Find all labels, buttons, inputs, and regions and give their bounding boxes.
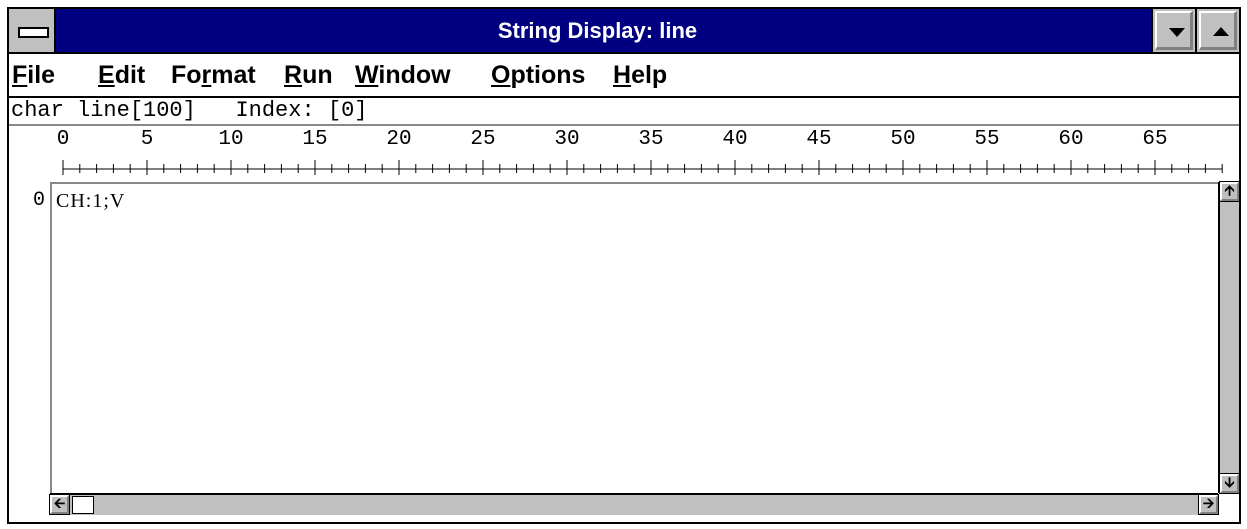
menu-file[interactable]: File [12,61,55,90]
scroll-down-button[interactable]: 🡫 [1219,473,1240,494]
index-value[interactable]: [0] [328,98,368,123]
ruler-label: 35 [638,128,664,151]
menu-run[interactable]: Run [284,61,333,90]
ruler-ticks [62,160,1223,175]
menu-edit[interactable]: Edit [98,61,145,90]
scroll-right-button[interactable]: 🡪 [1198,494,1219,515]
ruler-label: 10 [218,128,244,151]
menu-format[interactable]: Format [171,61,256,90]
minimize-button[interactable] [1151,9,1195,52]
system-menu-button[interactable] [9,9,56,52]
column-ruler: 0 5 10 15 20 25 30 35 40 45 50 55 60 65 [9,126,1239,182]
ruler-label: 5 [140,128,154,151]
title-bar[interactable]: String Display: line [9,9,1239,54]
menu-options[interactable]: Options [491,61,585,90]
maximize-button[interactable] [1195,9,1239,52]
ruler-label: 45 [806,128,832,151]
string-display-window: String Display: line File Edit Format Ru… [7,7,1241,524]
ruler-label: 30 [554,128,580,151]
scroll-left-arrow-icon: 🡨 [53,496,66,512]
vertical-scrollbar[interactable]: 🡩 🡫 [1218,181,1240,494]
system-menu-icon [18,27,49,38]
menu-bar: File Edit Format Run Window Options Help [9,54,1239,98]
menu-help[interactable]: Help [613,61,667,90]
row-index-label: 0 [33,189,46,212]
variable-declaration: char line[100] [11,98,196,123]
ruler-label: 65 [1142,128,1168,151]
ruler-label: 55 [974,128,1000,151]
horizontal-scroll-thumb[interactable] [72,496,94,514]
ruler-label: 15 [302,128,328,151]
ruler-label: 25 [470,128,496,151]
variable-info-bar: char line[100] Index: [0] [9,98,1239,126]
ruler-label: 50 [890,128,916,151]
scroll-left-button[interactable]: 🡨 [49,494,70,515]
ruler-label: 20 [386,128,412,151]
scroll-right-arrow-icon: 🡪 [1202,496,1215,512]
string-content: CH:1;V [56,190,126,212]
maximize-arrow-icon [1213,27,1229,36]
ruler-label: 60 [1058,128,1084,151]
index-label: Index: [235,98,315,123]
ruler-label: 0 [56,128,70,151]
window-title: String Display: line [497,18,698,43]
scroll-down-arrow-icon: 🡫 [1224,475,1235,491]
string-display-area[interactable]: CH:1;V [50,182,1218,493]
menu-window[interactable]: Window [355,61,451,90]
scroll-up-arrow-icon: 🡩 [1224,183,1235,199]
minimize-arrow-icon [1169,28,1185,37]
horizontal-scrollbar[interactable]: 🡨 🡪 [49,493,1219,515]
ruler-label: 40 [722,128,748,151]
scroll-up-button[interactable]: 🡩 [1219,181,1240,202]
